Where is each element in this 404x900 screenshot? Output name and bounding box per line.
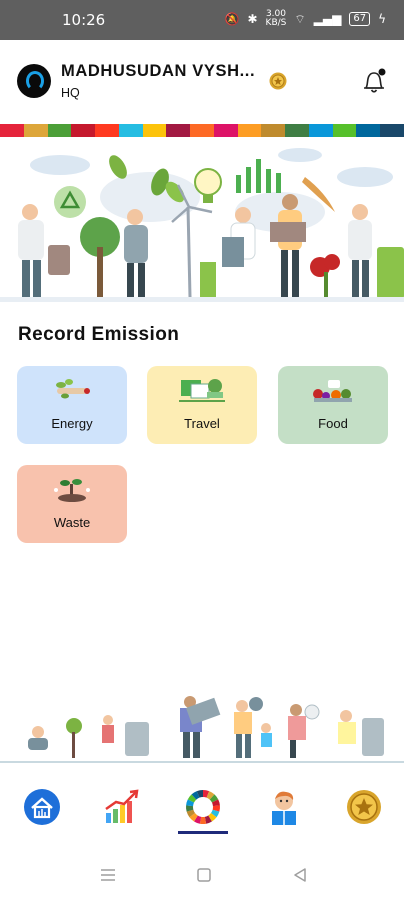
status-bar: 10:26 🔕 ✱ 3.00 KB/S ⌔ ▂▄▆ 67 ϟ	[0, 0, 404, 40]
card-label: Waste	[53, 515, 91, 530]
sdg-wheel-icon[interactable]	[183, 787, 223, 827]
card-label: Energy	[51, 416, 93, 431]
user-subtitle: HQ	[61, 86, 80, 100]
sdg-color-segment	[380, 124, 404, 137]
medal-icon[interactable]	[268, 70, 288, 92]
sdg-color-segment	[356, 124, 381, 137]
card-label: Travel	[184, 416, 220, 431]
home-icon[interactable]	[22, 787, 62, 827]
sdg-color-segment	[23, 124, 48, 137]
food-card[interactable]: Food	[278, 366, 388, 444]
food-icon	[313, 380, 352, 402]
bluetooth-icon: ✱	[247, 12, 258, 26]
battery-level: 67	[353, 13, 367, 24]
waste-icon	[54, 479, 90, 502]
sdg-color-strip	[0, 124, 404, 137]
sdg-color-segment	[142, 124, 167, 137]
growth-chart-icon[interactable]	[102, 787, 142, 827]
profile-avatar-icon[interactable]	[17, 64, 51, 98]
app-header	[0, 40, 404, 122]
sdg-color-segment	[308, 124, 333, 137]
footer-divider	[0, 761, 404, 763]
travel-card[interactable]: Travel	[147, 366, 257, 444]
reader-icon[interactable]	[264, 787, 304, 827]
battery-icon: 67	[349, 12, 371, 26]
home-square-icon[interactable]	[197, 868, 211, 882]
travel-icon	[179, 379, 225, 402]
sdg-color-segment	[285, 124, 309, 137]
menu-icon[interactable]	[100, 868, 116, 882]
status-time: 10:26	[62, 11, 106, 29]
user-name[interactable]: MADHUSUDAN VYSH...	[61, 62, 255, 81]
section-title: Record Emission	[18, 324, 180, 345]
charging-icon: ϟ	[378, 12, 386, 26]
energy-icon	[56, 379, 90, 399]
status-icons: 🔕 ✱ 3.00 KB/S ⌔ ▂▄▆ 67 ϟ	[225, 10, 386, 28]
wifi-icon: ⌔	[294, 11, 306, 26]
sdg-color-segment	[71, 124, 96, 137]
network-speed-unit: KB/S	[265, 18, 287, 28]
network-speed: 3.00 KB/S	[266, 10, 287, 28]
sdg-color-segment	[261, 124, 286, 137]
sdg-color-segment	[166, 124, 191, 137]
card-label: Food	[318, 416, 348, 431]
signal-icon: ▂▄▆	[313, 12, 342, 26]
notification-bell-icon[interactable]	[360, 66, 388, 96]
community-footer-illustration	[28, 696, 384, 758]
sdg-color-segment	[95, 124, 119, 137]
medal-icon[interactable]	[344, 787, 384, 827]
mute-icon: 🔕	[224, 12, 240, 26]
notification-dot	[378, 68, 386, 76]
sdg-color-segment	[190, 124, 214, 137]
back-triangle-icon[interactable]	[293, 868, 307, 882]
sdg-color-segment	[0, 124, 24, 137]
waste-card[interactable]: Waste	[17, 465, 127, 543]
sustainability-banner-illustration	[0, 137, 404, 302]
sdg-color-segment	[332, 124, 357, 137]
sdg-color-segment	[118, 124, 143, 137]
sdg-color-segment	[237, 124, 262, 137]
energy-card[interactable]: Energy	[17, 366, 127, 444]
sdg-color-segment	[47, 124, 72, 137]
sdg-color-segment	[213, 124, 238, 137]
active-tab-indicator	[178, 831, 228, 834]
